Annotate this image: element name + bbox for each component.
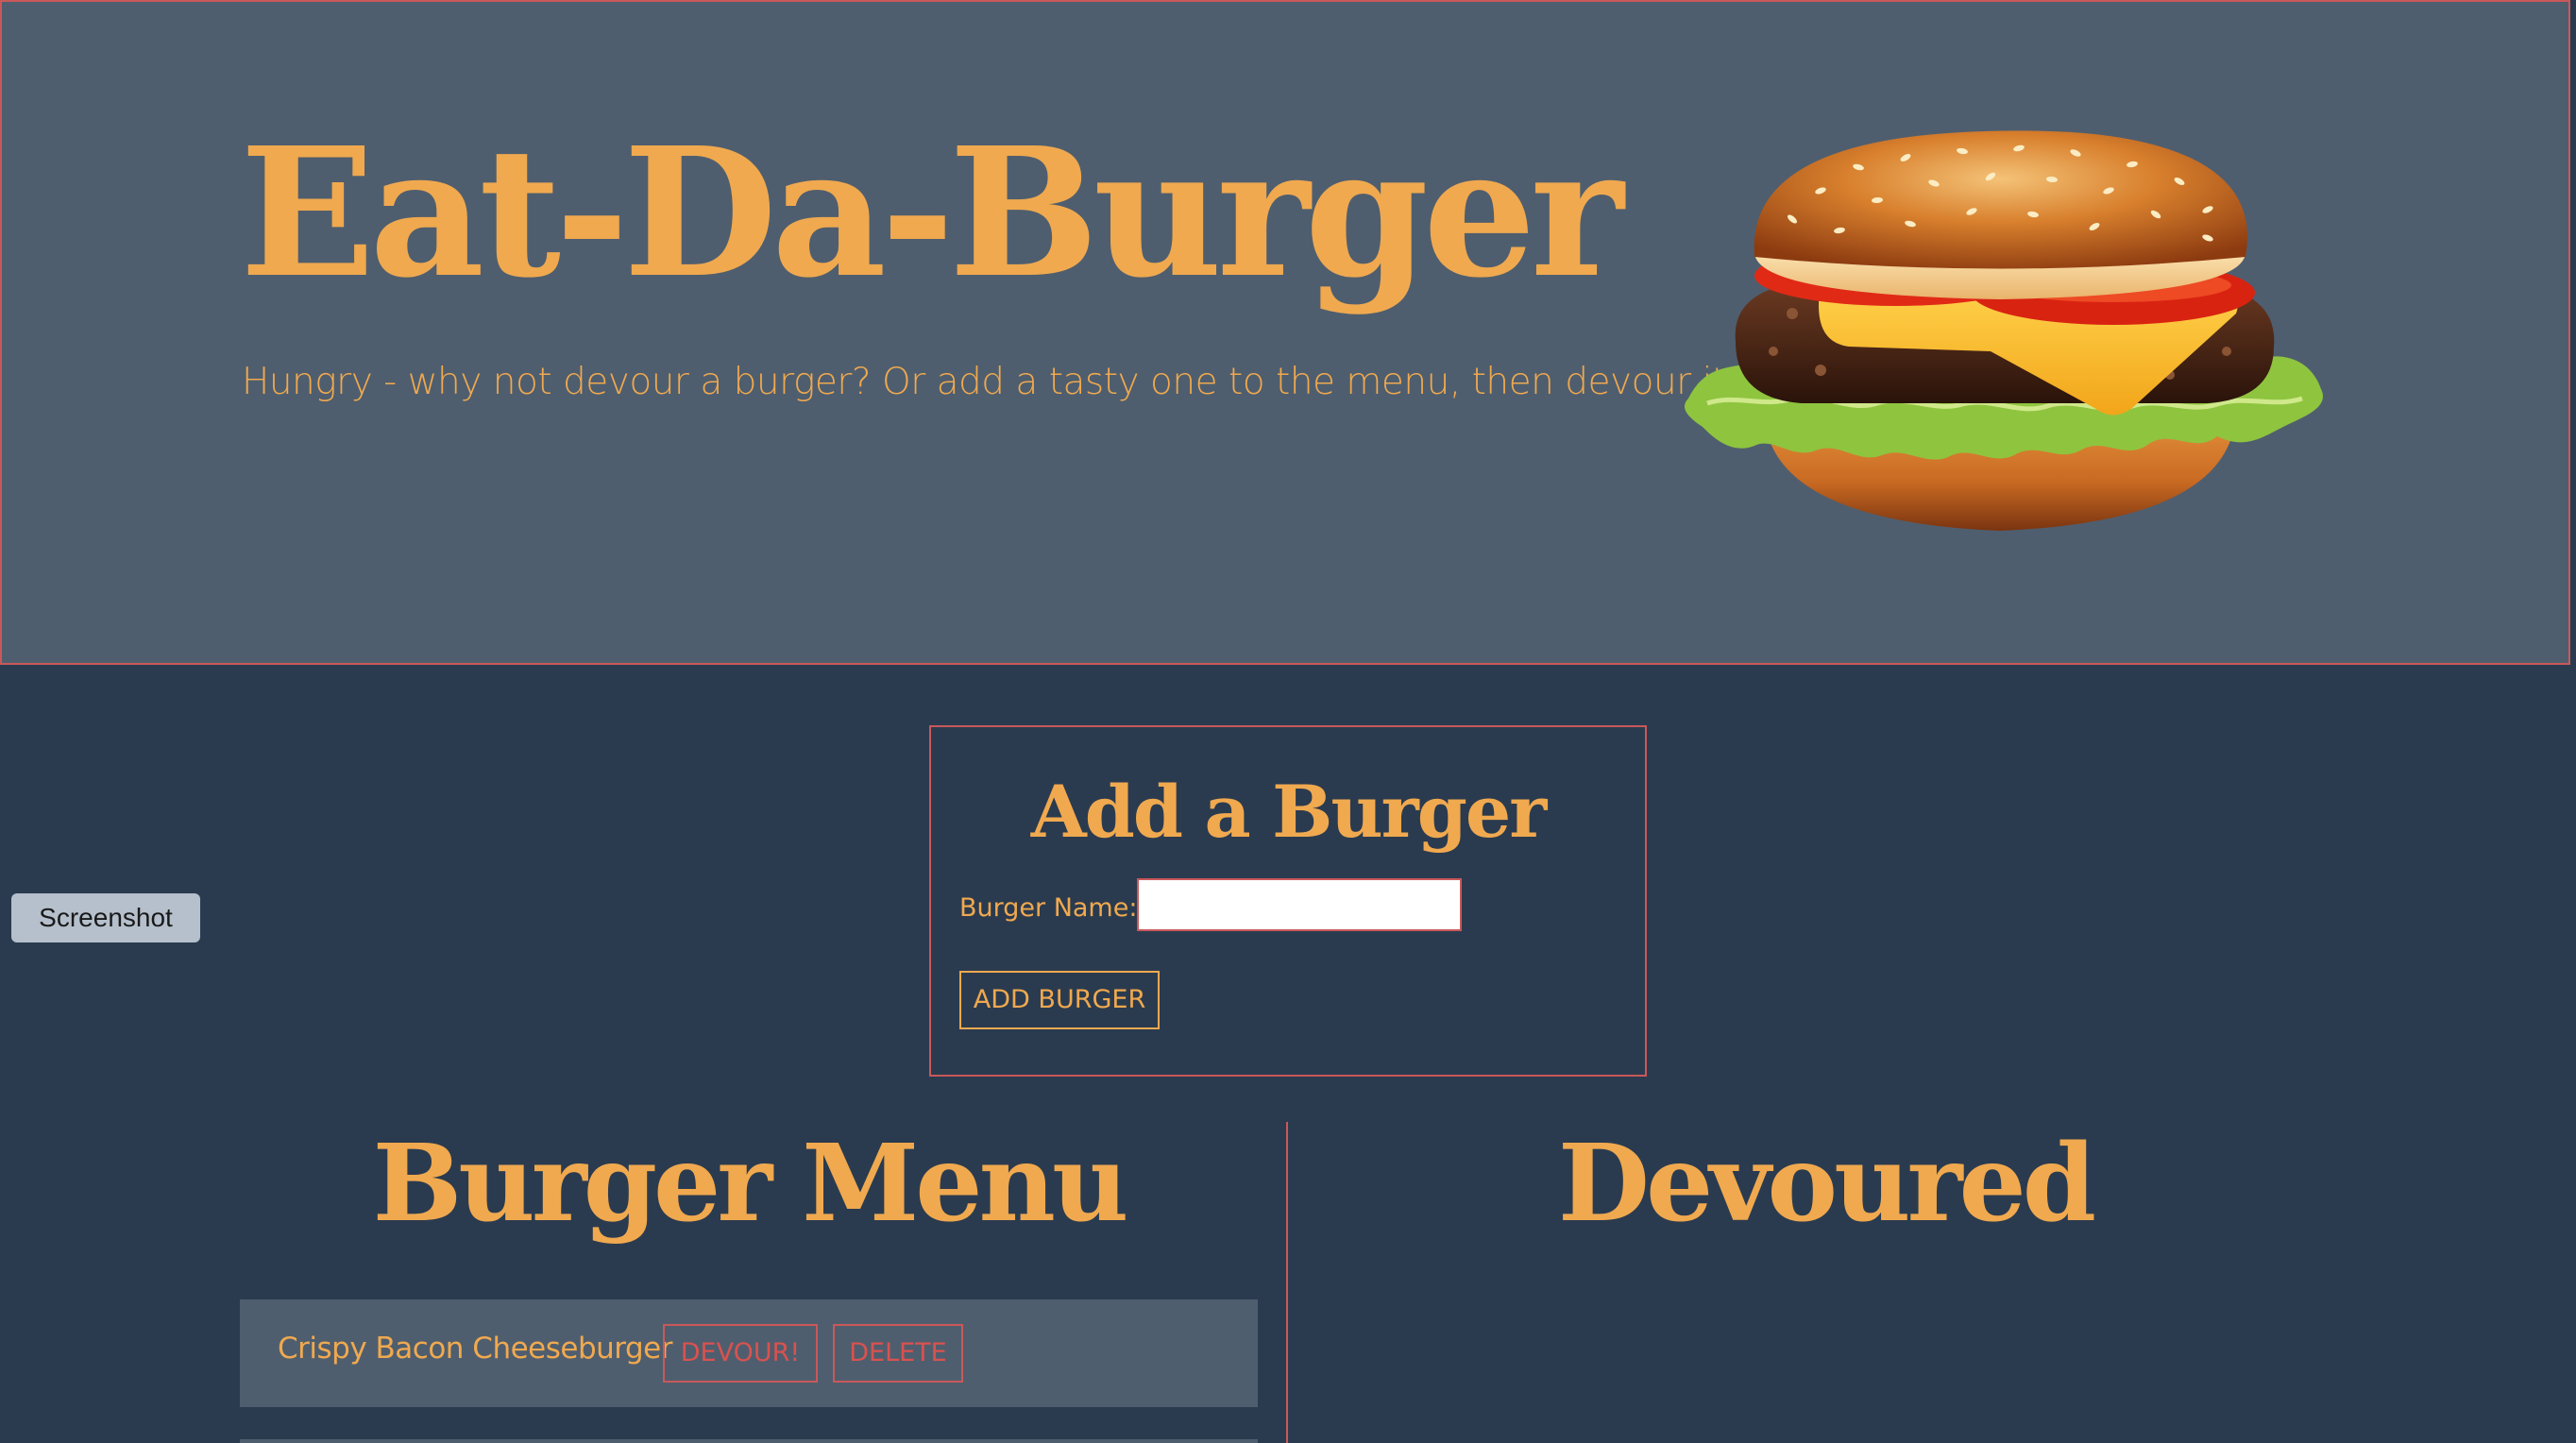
site-title: Eat-Da-Burger bbox=[240, 109, 1624, 317]
devoured-title: Devoured bbox=[1557, 1122, 2096, 1246]
list-item: Crispy Bacon Cheeseburger DEVOUR! DELETE bbox=[240, 1299, 1258, 1407]
list-item-next bbox=[240, 1439, 1258, 1443]
add-burger-title: Add a Burger bbox=[1030, 770, 1547, 854]
hero-banner: Eat-Da-Burger Hungry - why not devour a … bbox=[0, 0, 2570, 665]
burger-menu-title: Burger Menu bbox=[372, 1122, 1129, 1246]
add-burger-button[interactable]: ADD BURGER bbox=[959, 971, 1160, 1029]
site-tagline: Hungry - why not devour a burger? Or add… bbox=[242, 361, 1740, 403]
burger-name-label: Burger Name: bbox=[959, 893, 1138, 923]
column-divider bbox=[1286, 1122, 1288, 1443]
burger-name-input[interactable] bbox=[1137, 878, 1462, 931]
screenshot-button[interactable]: Screenshot bbox=[11, 893, 200, 942]
burger-name: Crispy Bacon Cheeseburger bbox=[278, 1332, 673, 1366]
delete-button[interactable]: DELETE bbox=[833, 1324, 963, 1383]
devour-button[interactable]: DEVOUR! bbox=[663, 1324, 818, 1383]
add-burger-form: Add a Burger Burger Name: ADD BURGER bbox=[929, 725, 1647, 1077]
burger-icon bbox=[1684, 130, 2323, 531]
